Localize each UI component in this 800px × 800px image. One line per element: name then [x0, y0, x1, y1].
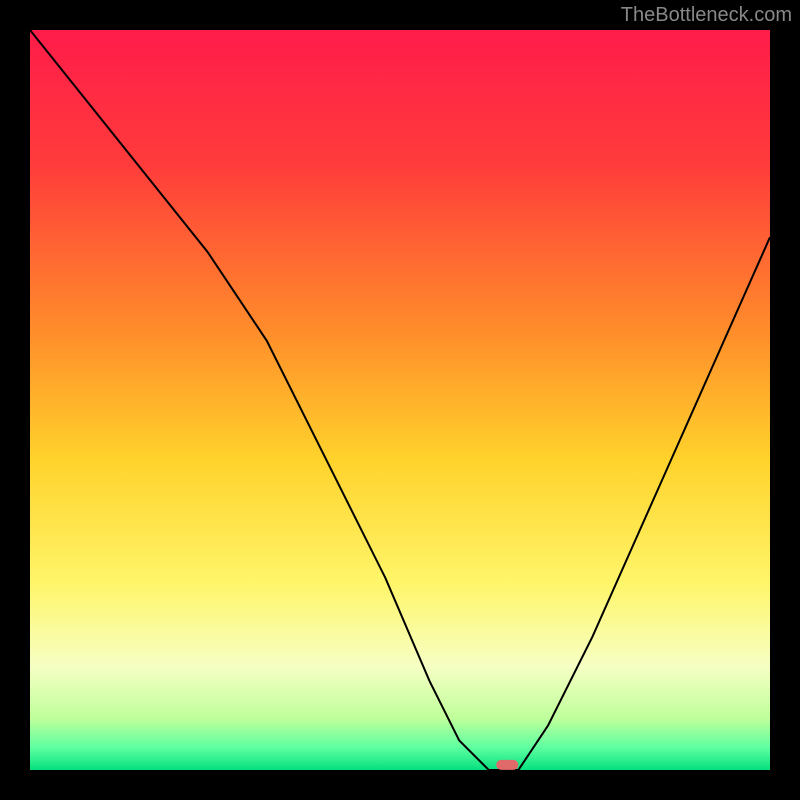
watermark-text: TheBottleneck.com	[621, 4, 792, 27]
optimal-marker	[496, 760, 518, 770]
bottleneck-chart	[30, 30, 770, 770]
chart-svg	[30, 30, 770, 770]
chart-background	[30, 30, 770, 770]
